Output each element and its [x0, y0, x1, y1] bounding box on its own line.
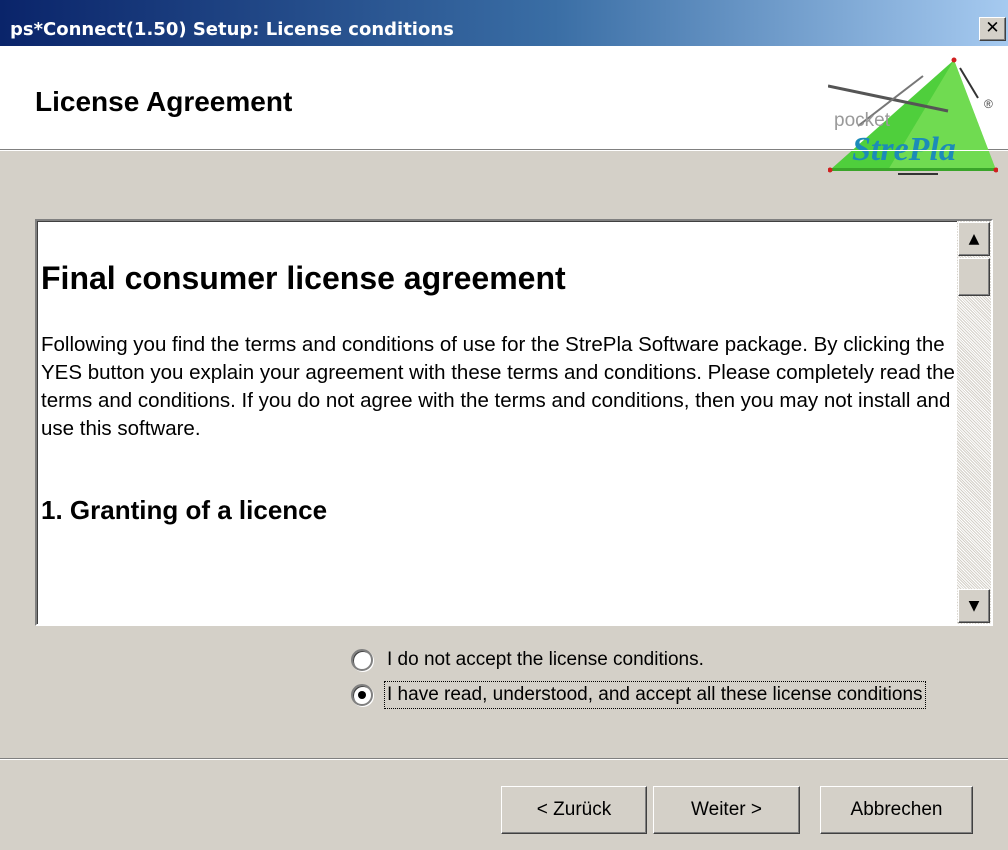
logo-registered-mark: ® — [984, 97, 993, 111]
close-icon: ✕ — [985, 18, 1000, 38]
close-button[interactable]: ✕ — [979, 17, 1006, 41]
cancel-button-label: Abbrechen — [850, 799, 943, 820]
scroll-up-button[interactable]: ▲ — [958, 222, 990, 256]
next-button[interactable]: Weiter > — [653, 786, 800, 834]
back-button[interactable]: < Zurück — [501, 786, 647, 834]
title-bar: ps*Connect(1.50) Setup: License conditio… — [0, 0, 1008, 46]
license-heading: Final consumer license agreement — [41, 260, 566, 296]
accept-radio[interactable] — [351, 684, 373, 706]
button-separator — [0, 758, 1008, 760]
reject-option[interactable]: I do not accept the license conditions. — [351, 645, 706, 675]
license-content: Final consumer license agreement Followi… — [41, 259, 959, 526]
scroll-up-icon: ▲ — [968, 231, 980, 247]
accept-option[interactable]: I have read, understood, and accept all … — [351, 680, 926, 710]
reject-label[interactable]: I do not accept the license conditions. — [385, 647, 706, 673]
license-text-box[interactable]: Final consumer license agreement Followi… — [35, 219, 993, 626]
cancel-button[interactable]: Abbrechen — [820, 786, 973, 834]
vertical-scrollbar[interactable]: ▲ ▼ — [957, 221, 991, 624]
scroll-down-icon: ▼ — [968, 598, 980, 614]
scroll-down-button[interactable]: ▼ — [958, 589, 990, 623]
wizard-header: License Agreement pocket StrePla ® — [0, 46, 1008, 175]
page-title: License Agreement — [35, 86, 293, 117]
accept-label[interactable]: I have read, understood, and accept all … — [384, 681, 926, 709]
logo-pocket-text: pocket — [834, 110, 891, 131]
license-paragraph: Following you find the terms and conditi… — [41, 333, 955, 440]
reject-radio[interactable] — [351, 649, 373, 671]
logo-strepla-text: StrePla — [852, 131, 956, 168]
strepla-logo: pocket StrePla ® — [828, 57, 998, 175]
back-button-label: < Zurück — [536, 799, 612, 820]
window-title: ps*Connect(1.50) Setup: License conditio… — [10, 19, 454, 40]
scroll-thumb[interactable] — [958, 258, 990, 296]
next-button-label: Weiter > — [691, 799, 762, 820]
license-section-heading: 1. Granting of a licence — [41, 495, 328, 525]
